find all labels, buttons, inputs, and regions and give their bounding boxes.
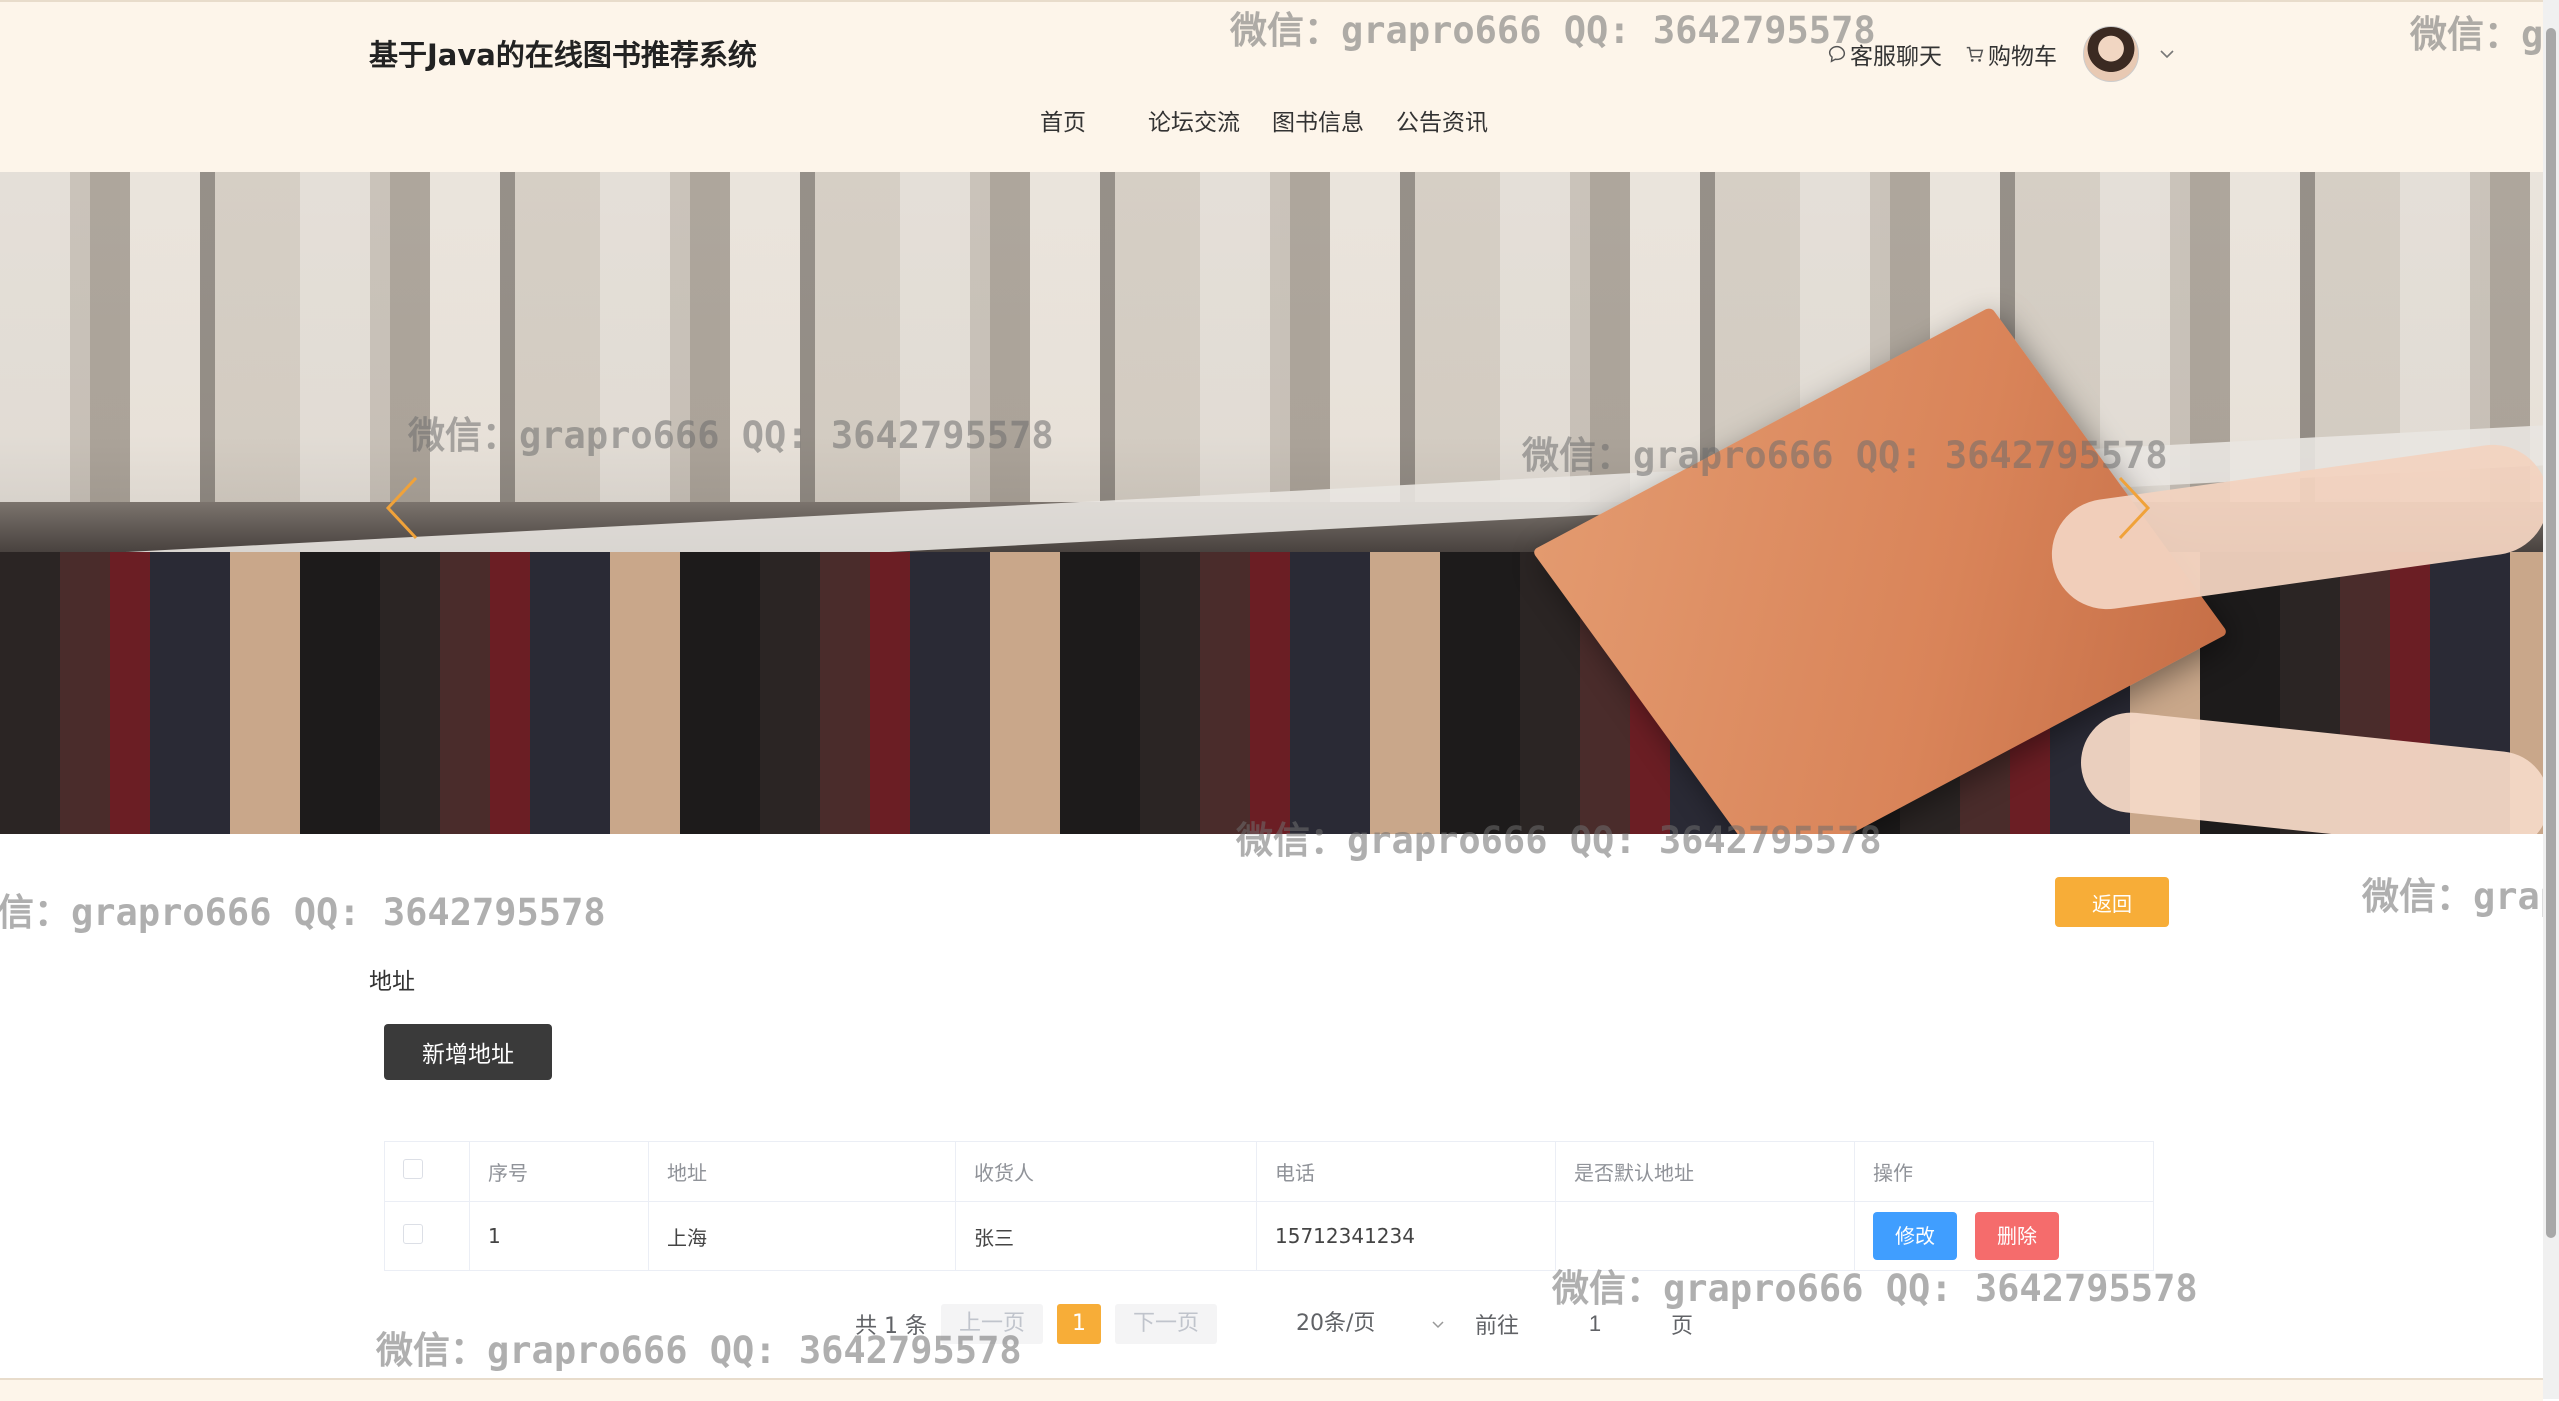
column-header-address: 地址 (648, 1141, 956, 1202)
goto-label: 前往 (1475, 1314, 1520, 1339)
site-header: 基于Java的在线图书推荐系统 首页 论坛交流 图书信息 公告资讯 客服聊天 购… (0, 0, 2543, 174)
add-address-button[interactable]: 新增地址 (384, 1024, 552, 1080)
column-header-default: 是否默认地址 (1555, 1141, 1855, 1202)
footer-bar (0, 1378, 2543, 1401)
customer-chat-link[interactable]: 客服聊天 (1826, 37, 1942, 71)
customer-chat-label: 客服聊天 (1850, 44, 1942, 70)
back-button[interactable]: 返回 (2055, 877, 2169, 927)
section-title: 地址 (369, 969, 415, 995)
chevron-right-icon[interactable] (2108, 472, 2156, 544)
watermark: 微信：grapro666 QQ: 3642795578 (0, 891, 606, 934)
prev-page-button[interactable]: 上一页 (940, 1304, 1043, 1344)
site-title: 基于Java的在线图书推荐系统 (369, 38, 757, 72)
column-header-actions: 操作 (1854, 1141, 2154, 1202)
nav-item-news[interactable]: 公告资讯 (1396, 103, 1488, 137)
avatar[interactable] (2083, 26, 2139, 82)
goto-page-input[interactable] (1533, 1303, 1658, 1345)
column-header-receiver: 收货人 (955, 1141, 1257, 1202)
page-number-1[interactable]: 1 (1057, 1304, 1101, 1344)
column-header-phone: 电话 (1256, 1141, 1556, 1202)
scrollbar-thumb[interactable] (2546, 28, 2556, 1238)
cart-label: 购物车 (1988, 44, 2057, 70)
select-all-checkbox[interactable] (403, 1159, 423, 1179)
cell-default (1555, 1201, 1855, 1271)
address-table: 序号 地址 收货人 电话 是否默认地址 操作 1 上海 张三 157123412… (384, 1141, 2154, 1271)
page-scrollbar[interactable] (2543, 0, 2559, 1399)
main-nav: 首页 论坛交流 图书信息 公告资讯 (1040, 103, 1520, 137)
chevron-down-icon (1432, 1321, 1444, 1329)
page-suffix-label: 页 (1671, 1314, 1694, 1339)
table-row: 1 上海 张三 15712341234 修改 删除 (384, 1201, 2154, 1271)
page-size-value: 20条/页 (1296, 1311, 1376, 1336)
column-header-index: 序号 (469, 1141, 649, 1202)
banner-carousel (0, 172, 2543, 834)
row-checkbox[interactable] (403, 1223, 423, 1244)
nav-item-books[interactable]: 图书信息 (1272, 103, 1364, 137)
pagination: 共 1 条 上一页 1 下一页 20条/页 前往 页 (855, 1303, 1693, 1345)
pagination-total: 共 1 条 (855, 1314, 927, 1339)
cart-icon (1966, 46, 1984, 62)
watermark: 微信：grapro666 QQ: 3642795578 (2362, 875, 2559, 918)
cell-actions: 修改 删除 (1854, 1201, 2154, 1271)
next-page-button[interactable]: 下一页 (1115, 1304, 1218, 1344)
page-size-select[interactable]: 20条/页 (1281, 1303, 1462, 1345)
cart-link[interactable]: 购物车 (1964, 37, 2057, 71)
cell-index: 1 (469, 1201, 649, 1271)
cell-receiver: 张三 (955, 1201, 1257, 1271)
chevron-left-icon[interactable] (380, 472, 428, 544)
delete-button[interactable]: 删除 (1975, 1212, 2059, 1260)
edit-button[interactable]: 修改 (1873, 1212, 1957, 1260)
nav-item-forum[interactable]: 论坛交流 (1148, 103, 1240, 137)
table-header-row: 序号 地址 收货人 电话 是否默认地址 操作 (384, 1141, 2154, 1202)
user-toolbar: 客服聊天 购物车 (1826, 26, 2177, 82)
cell-phone: 15712341234 (1256, 1201, 1556, 1271)
cell-address: 上海 (648, 1201, 956, 1271)
nav-item-home[interactable]: 首页 (1040, 103, 1086, 137)
chevron-down-icon[interactable] (2157, 44, 2177, 64)
chat-bubble-icon (1828, 45, 1846, 63)
